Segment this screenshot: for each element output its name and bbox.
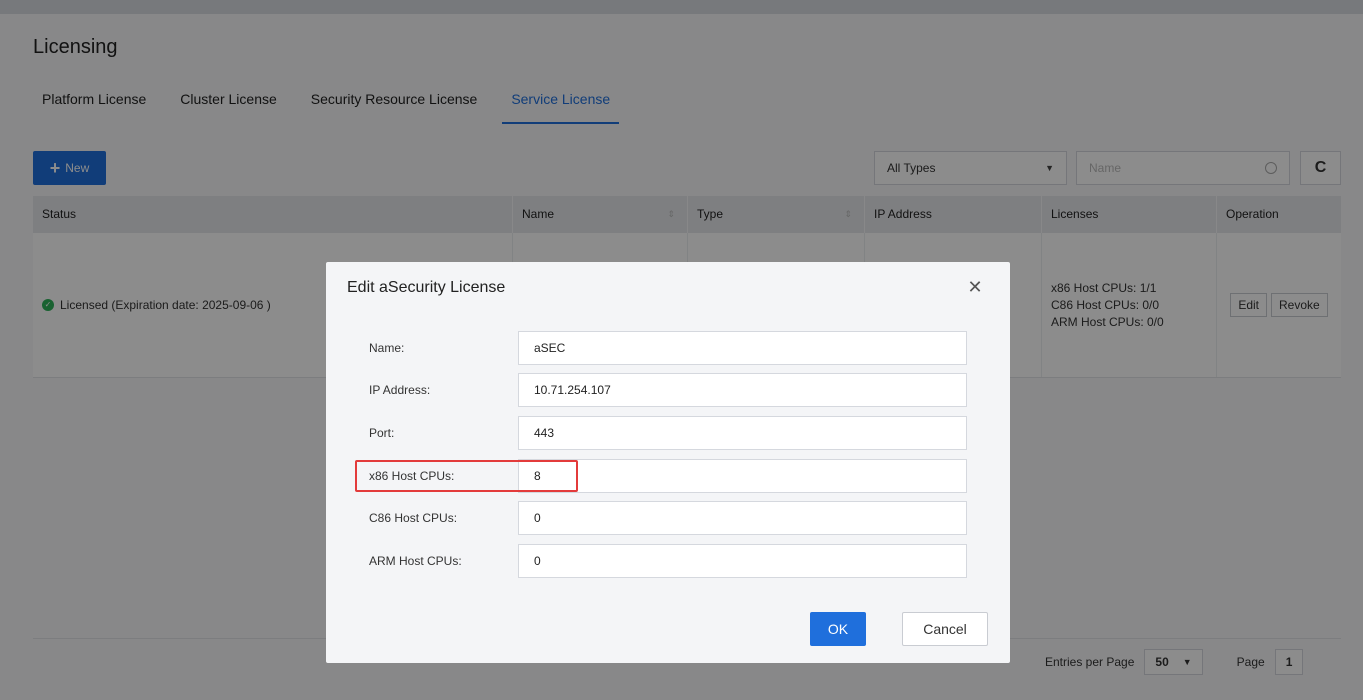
cancel-button[interactable]: Cancel (902, 612, 988, 646)
name-field[interactable] (518, 331, 967, 365)
form-row-name: Name: (326, 331, 1010, 365)
arm-host-cpus-label: ARM Host CPUs: (369, 554, 462, 568)
form-row-ip-address: IP Address: (326, 373, 1010, 407)
port-field[interactable] (518, 416, 967, 450)
form-row-x86-host-cpus: x86 Host CPUs: (326, 459, 1010, 493)
c86-host-cpus-label: C86 Host CPUs: (369, 511, 458, 525)
ok-button[interactable]: OK (810, 612, 866, 646)
x86-host-cpus-field[interactable] (518, 459, 967, 493)
form-row-c86-host-cpus: C86 Host CPUs: (326, 501, 1010, 535)
port-label: Port: (369, 426, 395, 440)
dialog-title: Edit aSecurity License (347, 279, 506, 296)
close-icon[interactable]: ✕ (966, 278, 984, 296)
ip-address-label: IP Address: (369, 383, 431, 397)
name-label: Name: (369, 341, 405, 355)
edit-license-dialog: Edit aSecurity License ✕ Name: IP Addres… (326, 262, 1010, 663)
x86-host-cpus-label: x86 Host CPUs: (369, 469, 455, 483)
form-row-port: Port: (326, 416, 1010, 450)
arm-host-cpus-field[interactable] (518, 544, 967, 578)
c86-host-cpus-field[interactable] (518, 501, 967, 535)
ip-address-field[interactable] (518, 373, 967, 407)
form-row-arm-host-cpus: ARM Host CPUs: (326, 544, 1010, 578)
